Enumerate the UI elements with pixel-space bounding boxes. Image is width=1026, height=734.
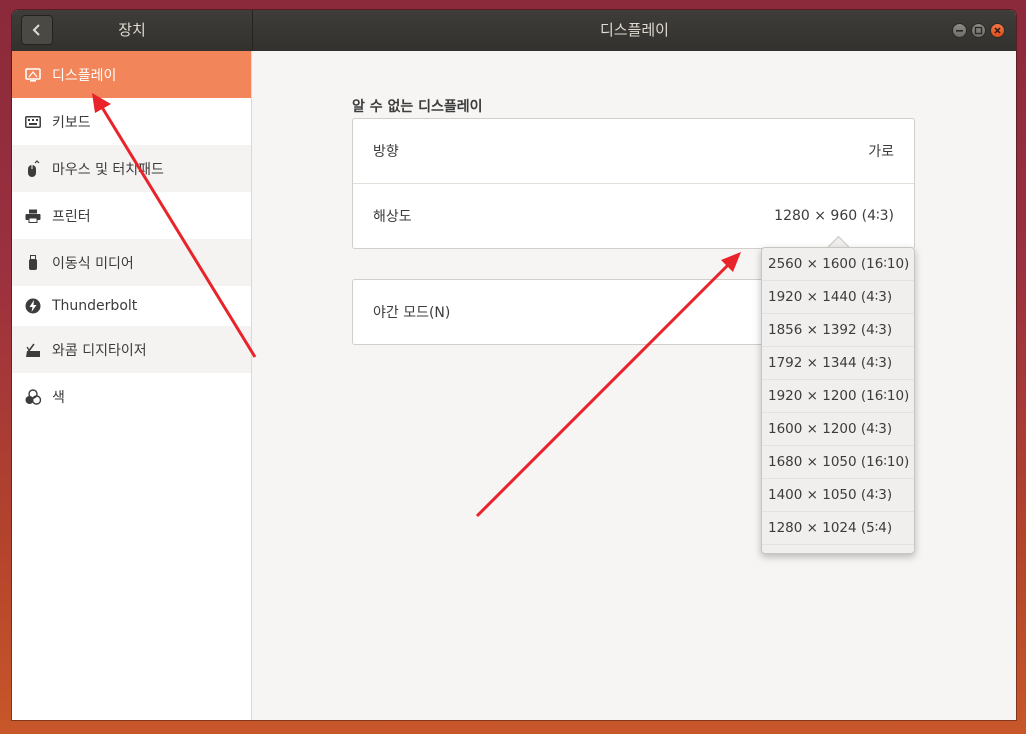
night-mode-label: 야간 모드(N): [373, 305, 451, 321]
usb-icon: [24, 254, 42, 272]
resolution-row[interactable]: 해상도 1280 × 960 (4∶3): [353, 183, 914, 248]
minimize-button[interactable]: [952, 23, 967, 38]
sidebar-item-printer[interactable]: 프린터: [12, 192, 251, 239]
resolution-option[interactable]: 1600 × 1200 (4∶3): [762, 413, 914, 446]
sidebar-item-display[interactable]: 디스플레이: [12, 51, 251, 98]
sidebar-item-label: 키보드: [52, 114, 91, 131]
titlebar: 장치 디스플레이: [12, 10, 1016, 51]
orientation-label: 방향: [373, 144, 399, 160]
resolution-option[interactable]: 2560 × 1600 (16∶10): [762, 248, 914, 281]
minimize-icon: [956, 30, 963, 32]
thunderbolt-icon: [24, 297, 42, 315]
sidebar-item-wacom[interactable]: 와콤 디지타이저: [12, 326, 251, 373]
display-panel: 알 수 없는 디스플레이 방향 가로 해상도 1280 × 960 (4∶3) …: [252, 51, 1016, 720]
sidebar-item-mouse[interactable]: 마우스 및 터치패드: [12, 145, 251, 192]
color-icon: [24, 388, 42, 406]
page-title: 디스플레이: [599, 21, 669, 39]
close-button[interactable]: [990, 23, 1005, 38]
resolution-option[interactable]: 1920 × 1440 (4∶3): [762, 281, 914, 314]
sidebar-title: 장치: [118, 21, 146, 39]
resolution-option[interactable]: 1680 × 1050 (16∶10): [762, 446, 914, 479]
display-icon: [24, 66, 42, 84]
printer-icon: [24, 207, 42, 225]
close-icon: [994, 27, 1001, 34]
mouse-icon: [24, 159, 42, 178]
sidebar-item-removable-media[interactable]: 이동식 미디어: [12, 239, 251, 286]
resolution-option[interactable]: 1856 × 1392 (4∶3): [762, 314, 914, 347]
resolution-option[interactable]: 1792 × 1344 (4∶3): [762, 347, 914, 380]
sidebar-item-label: Thunderbolt: [52, 298, 138, 314]
orientation-value: 가로: [868, 144, 894, 160]
maximize-button[interactable]: [971, 23, 986, 38]
sidebar-item-keyboard[interactable]: 키보드: [12, 98, 251, 145]
display-settings-frame: 방향 가로 해상도 1280 × 960 (4∶3): [352, 118, 915, 249]
resolution-option[interactable]: 1400 × 1050 (4∶3): [762, 479, 914, 512]
maximize-icon: [974, 26, 983, 35]
sidebar-item-label: 프린터: [52, 208, 91, 225]
resolution-popover: 2560 × 1600 (16∶10) 1920 × 1440 (4∶3) 18…: [761, 247, 915, 554]
section-title: 알 수 없는 디스플레이: [352, 99, 483, 115]
sidebar-item-label: 색: [52, 389, 65, 406]
sidebar: 디스플레이 키보드 마우스 및 터치패드 프린터 이동식 미디어 Thunder…: [12, 51, 252, 720]
sidebar-item-label: 디스플레이: [52, 67, 117, 84]
sidebar-item-label: 와콤 디지타이저: [52, 342, 147, 359]
sidebar-item-label: 이동식 미디어: [52, 255, 134, 272]
resolution-label: 해상도: [373, 209, 412, 225]
sidebar-item-thunderbolt[interactable]: Thunderbolt: [12, 286, 251, 326]
keyboard-icon: [24, 113, 42, 131]
orientation-row[interactable]: 방향 가로: [353, 119, 914, 183]
resolution-option[interactable]: 1280 × 1024 (5∶4): [762, 512, 914, 545]
sidebar-item-label: 마우스 및 터치패드: [52, 161, 164, 178]
resolution-option[interactable]: 1920 × 1200 (16∶10): [762, 380, 914, 413]
settings-window: 장치 디스플레이 디스플레이 키보드 마우스 및 터치패드 프린터 이동식 미디…: [12, 10, 1016, 720]
tablet-icon: [24, 341, 42, 359]
resolution-value: 1280 × 960 (4∶3): [774, 208, 894, 224]
sidebar-item-color[interactable]: 색: [12, 373, 251, 420]
